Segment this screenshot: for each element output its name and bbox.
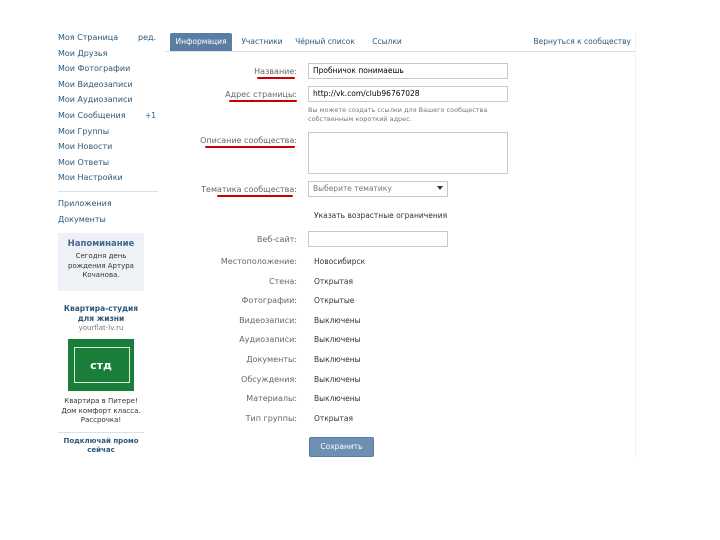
discussions-label: Обсуждения: [241, 375, 297, 384]
ad-block[interactable]: Квартира-студия для жизни yourflat-lv.ru… [58, 304, 144, 455]
address-input-value: http://vk.com/club96767028 [313, 89, 420, 98]
ad-title[interactable]: Квартира-студия для жизни [58, 304, 144, 323]
videos-label: Видеозаписи: [239, 316, 297, 325]
nav-messages-label[interactable]: Мои Сообщения [58, 111, 126, 120]
materials-label: Материалы: [246, 394, 297, 403]
ad-image[interactable]: стд [68, 339, 134, 391]
reminder-text[interactable]: Сегодня день рождения Артура Кочанова. [58, 252, 144, 281]
address-input[interactable]: http://vk.com/club96767028 [308, 86, 508, 102]
group-settings-panel: Информация Участники Чёрный список Ссылк… [165, 33, 636, 458]
tab-information[interactable]: Информация [170, 33, 232, 51]
dropdown-arrow-icon [437, 186, 443, 190]
documents-label: Документы: [246, 355, 297, 364]
description-label: Описание сообщества: [200, 136, 297, 145]
topic-label: Тематика сообщества: [201, 185, 297, 194]
back-to-group-link[interactable]: Вернуться к сообществу [533, 33, 631, 51]
nav-edit-link[interactable]: ред. [138, 30, 156, 46]
annotation-underline-description [205, 146, 295, 148]
nav-my-page[interactable]: Моя Страница ред. [58, 30, 158, 46]
location-label: Местоположение: [220, 257, 297, 266]
ad-domain: yourflat-lv.ru [78, 324, 124, 332]
wall-label: Стена: [269, 277, 297, 286]
reminder-title: Напоминание [67, 239, 135, 249]
age-limit-checkbox[interactable]: Указать возрастные ограничения [314, 211, 447, 220]
annotation-underline-topic [217, 195, 293, 197]
tab-bar: Информация Участники Чёрный список Ссылк… [165, 33, 635, 52]
group-type-label: Тип группы: [245, 414, 297, 423]
tab-links[interactable]: Ссылки [369, 33, 405, 51]
nav-documents[interactable]: Документы [58, 212, 158, 228]
nav-messages[interactable]: Мои Сообщения +1 [58, 108, 158, 124]
address-label: Адрес страницы: [225, 90, 297, 99]
materials-value[interactable]: Выключены [314, 394, 361, 403]
reminder-box: Напоминание Сегодня день рождения Артура… [58, 233, 144, 291]
ad-image-label: стд [90, 359, 112, 372]
nav-news[interactable]: Мои Новости [58, 139, 158, 155]
photos-label: Фотографии: [241, 296, 297, 305]
ad-divider [58, 431, 144, 433]
tab-members[interactable]: Участники [237, 33, 287, 51]
audios-label: Аудиозаписи: [239, 335, 297, 344]
description-textarea[interactable] [308, 132, 508, 174]
nav-videos[interactable]: Мои Видеозаписи [58, 77, 158, 93]
wall-value[interactable]: Открытая [314, 277, 353, 286]
ad-promo-link[interactable]: Подключай промо сейчас [58, 437, 144, 455]
topic-select-placeholder: Выберите тематику [313, 184, 392, 193]
nav-apps[interactable]: Приложения [58, 196, 158, 212]
location-value[interactable]: Новосибирск [314, 257, 365, 266]
name-input[interactable]: Пробничок понимаешь [308, 63, 508, 79]
nav-groups[interactable]: Мои Группы [58, 124, 158, 140]
left-nav: Моя Страница ред. Мои Друзья Мои Фотогра… [58, 30, 158, 227]
annotation-underline-address [229, 100, 297, 102]
audios-value[interactable]: Выключены [314, 335, 361, 344]
website-label: Веб-сайт: [256, 235, 297, 244]
annotation-underline-name [257, 77, 295, 79]
nav-audios[interactable]: Мои Аудиозаписи [58, 92, 158, 108]
group-type-value[interactable]: Открытая [314, 414, 353, 423]
nav-settings[interactable]: Мои Настройки [58, 170, 158, 186]
name-label: Название: [254, 67, 297, 76]
photos-value[interactable]: Открытые [314, 296, 354, 305]
nav-friends[interactable]: Мои Друзья [58, 46, 158, 62]
ad-text: Квартира в Питере! Дом комфорт класса. Р… [61, 397, 141, 424]
documents-value[interactable]: Выключены [314, 355, 361, 364]
topic-select[interactable]: Выберите тематику [308, 181, 448, 197]
save-button[interactable]: Сохранить [309, 437, 374, 457]
nav-divider [58, 190, 158, 192]
tab-blacklist[interactable]: Чёрный список [293, 33, 357, 51]
nav-photos[interactable]: Мои Фотографии [58, 61, 158, 77]
nav-answers[interactable]: Мои Ответы [58, 155, 158, 171]
videos-value[interactable]: Выключены [314, 316, 361, 325]
nav-messages-badge: +1 [144, 110, 156, 120]
address-hint: Вы можете создать ссылки для Вашего сооб… [308, 106, 488, 123]
nav-my-page-label[interactable]: Моя Страница [58, 33, 118, 42]
discussions-value[interactable]: Выключены [314, 375, 361, 384]
website-input[interactable] [308, 231, 448, 247]
name-input-value: Пробничок понимаешь [313, 66, 404, 75]
